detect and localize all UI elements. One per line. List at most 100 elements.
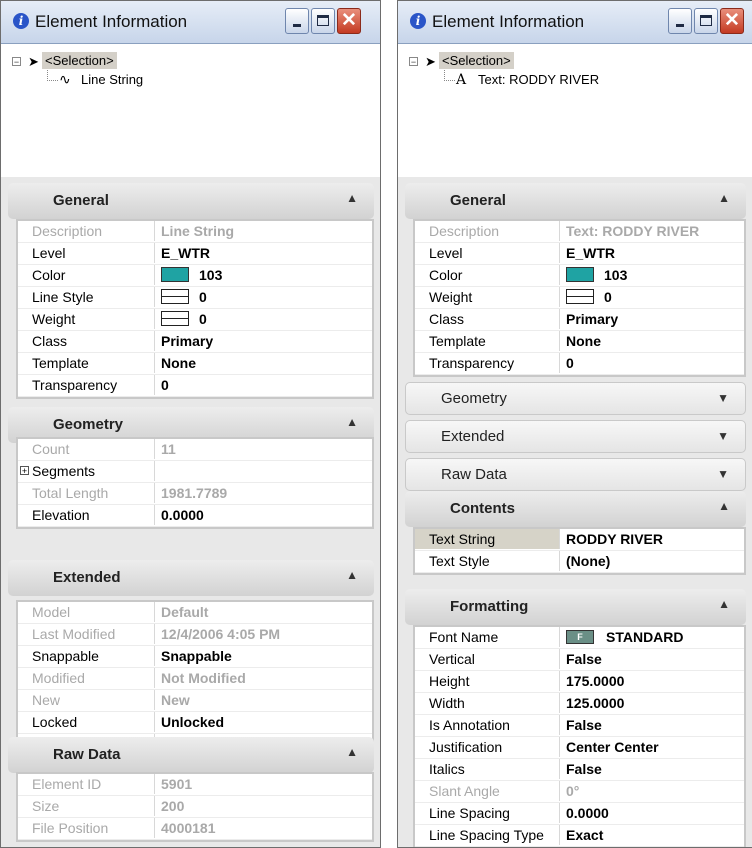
close-button[interactable]: ✕ (720, 8, 744, 34)
section-header-contents[interactable]: Contents ▲ (405, 491, 746, 527)
property-value[interactable]: New (158, 690, 372, 710)
property-row[interactable]: Locked Unlocked (18, 712, 372, 734)
property-row[interactable]: Modified Not Modified (18, 668, 372, 690)
property-value[interactable]: 200 (158, 796, 372, 816)
caret-up-icon[interactable]: ▲ (346, 191, 358, 205)
property-value[interactable]: False (563, 715, 744, 735)
minimize-button[interactable] (668, 8, 692, 34)
property-row[interactable]: Font Name F STANDARD (415, 627, 744, 649)
property-value[interactable]: Primary (563, 309, 744, 329)
property-value[interactable]: 0 (158, 309, 372, 329)
property-row[interactable]: Template None (18, 353, 372, 375)
property-row[interactable]: Model Default (18, 602, 372, 624)
property-row[interactable]: Color 103 (18, 265, 372, 287)
property-value[interactable]: F STANDARD (563, 627, 744, 647)
property-value[interactable]: 0 (158, 287, 372, 307)
property-value[interactable]: 0° (563, 781, 744, 801)
expand-plus-icon[interactable]: + (20, 466, 29, 476)
property-value[interactable]: 175.0000 (563, 671, 744, 691)
property-row[interactable]: Transparency 0 (18, 375, 372, 397)
property-value[interactable]: Not Modified (158, 668, 372, 688)
property-row[interactable]: Level E_WTR (18, 243, 372, 265)
property-value[interactable]: 1981.7789 (158, 483, 372, 503)
tree-node-selection[interactable]: <Selection> (439, 52, 514, 69)
property-row[interactable]: Slant Angle 0° (415, 781, 744, 803)
section-header-extended[interactable]: Extended ▼ (405, 420, 746, 453)
caret-up-icon[interactable]: ▲ (718, 499, 730, 513)
title-bar[interactable]: i Element Information ✕ (1, 1, 380, 44)
property-row[interactable]: File Position 4000181 (18, 818, 372, 840)
property-value[interactable]: Text: RODDY RIVER (563, 221, 744, 241)
caret-down-icon[interactable]: ▼ (717, 391, 729, 405)
collapse-tree-icon[interactable]: − (409, 57, 418, 67)
property-row[interactable]: Line Spacing 0.0000 (415, 803, 744, 825)
property-value[interactable]: E_WTR (563, 243, 744, 263)
property-value[interactable]: Line String (158, 221, 372, 241)
section-header-extended[interactable]: Extended ▲ (8, 560, 374, 596)
property-value[interactable]: False (563, 759, 744, 779)
collapse-tree-icon[interactable]: − (12, 57, 21, 67)
property-value[interactable]: E_WTR (158, 243, 372, 263)
property-value[interactable]: None (158, 353, 372, 373)
property-value[interactable]: 4000181 (158, 818, 372, 838)
section-header-geometry[interactable]: Geometry ▼ (405, 382, 746, 415)
property-row[interactable]: + Segments (18, 461, 372, 483)
property-row[interactable]: Text Style (None) (415, 551, 744, 573)
property-value[interactable]: 103 (158, 265, 372, 285)
property-row[interactable]: Width 125.0000 (415, 693, 744, 715)
property-row[interactable]: Line Spacing Type Exact (415, 825, 744, 847)
property-row[interactable]: Line Style 0 (18, 287, 372, 309)
property-value[interactable]: 5901 (158, 774, 372, 794)
property-value[interactable]: Exact (563, 825, 744, 845)
property-value[interactable]: False (563, 649, 744, 669)
caret-up-icon[interactable]: ▲ (718, 597, 730, 611)
maximize-button[interactable] (694, 8, 718, 34)
property-row[interactable]: New New (18, 690, 372, 712)
caret-down-icon[interactable]: ▼ (717, 429, 729, 443)
property-value[interactable]: (None) (563, 551, 744, 571)
property-value[interactable]: Unlocked (158, 712, 372, 732)
property-value[interactable]: 12/4/2006 4:05 PM (158, 624, 372, 644)
property-value[interactable]: 0.0000 (158, 505, 372, 525)
section-header-raw-data[interactable]: Raw Data ▲ (8, 737, 374, 773)
property-value[interactable]: 0 (158, 375, 372, 395)
property-value[interactable]: Default (158, 602, 372, 622)
section-header-formatting[interactable]: Formatting ▲ (405, 589, 746, 625)
section-header-general[interactable]: General ▲ (8, 183, 374, 219)
property-value[interactable]: 0 (563, 287, 744, 307)
section-header-general[interactable]: General ▲ (405, 183, 746, 219)
property-row[interactable]: Vertical False (415, 649, 744, 671)
property-row[interactable]: Height 175.0000 (415, 671, 744, 693)
property-value[interactable]: 125.0000 (563, 693, 744, 713)
caret-up-icon[interactable]: ▲ (718, 191, 730, 205)
tree-node-element[interactable]: A Text: RODDY RIVER (456, 72, 599, 88)
property-row[interactable]: Total Length 1981.7789 (18, 483, 372, 505)
property-row[interactable]: Is Annotation False (415, 715, 744, 737)
property-row[interactable]: Size 200 (18, 796, 372, 818)
property-value[interactable]: Center Center (563, 737, 744, 757)
property-value[interactable]: 103 (563, 265, 744, 285)
caret-down-icon[interactable]: ▼ (717, 467, 729, 481)
section-header-raw-data[interactable]: Raw Data ▼ (405, 458, 746, 491)
property-row[interactable]: Level E_WTR (415, 243, 744, 265)
caret-up-icon[interactable]: ▲ (346, 745, 358, 759)
property-row[interactable]: Last Modified 12/4/2006 4:05 PM (18, 624, 372, 646)
title-bar[interactable]: i Element Information ✕ (398, 1, 752, 44)
property-value[interactable]: Snappable (158, 646, 372, 666)
maximize-button[interactable] (311, 8, 335, 34)
property-row[interactable]: Color 103 (415, 265, 744, 287)
property-value[interactable]: None (563, 331, 744, 351)
property-row[interactable]: Text String RODDY RIVER (415, 529, 744, 551)
property-value[interactable] (158, 461, 372, 481)
property-value[interactable]: 0.0000 (563, 803, 744, 823)
property-row[interactable]: Transparency 0 (415, 353, 744, 375)
property-row[interactable]: Template None (415, 331, 744, 353)
property-value[interactable]: 0 (563, 353, 744, 373)
property-row[interactable]: Element ID 5901 (18, 774, 372, 796)
property-row[interactable]: Weight 0 (415, 287, 744, 309)
property-value[interactable]: RODDY RIVER (563, 529, 744, 549)
property-row[interactable]: Italics False (415, 759, 744, 781)
property-row[interactable]: Description Text: RODDY RIVER (415, 221, 744, 243)
close-button[interactable]: ✕ (337, 8, 361, 34)
tree-node-selection[interactable]: <Selection> (42, 52, 117, 69)
